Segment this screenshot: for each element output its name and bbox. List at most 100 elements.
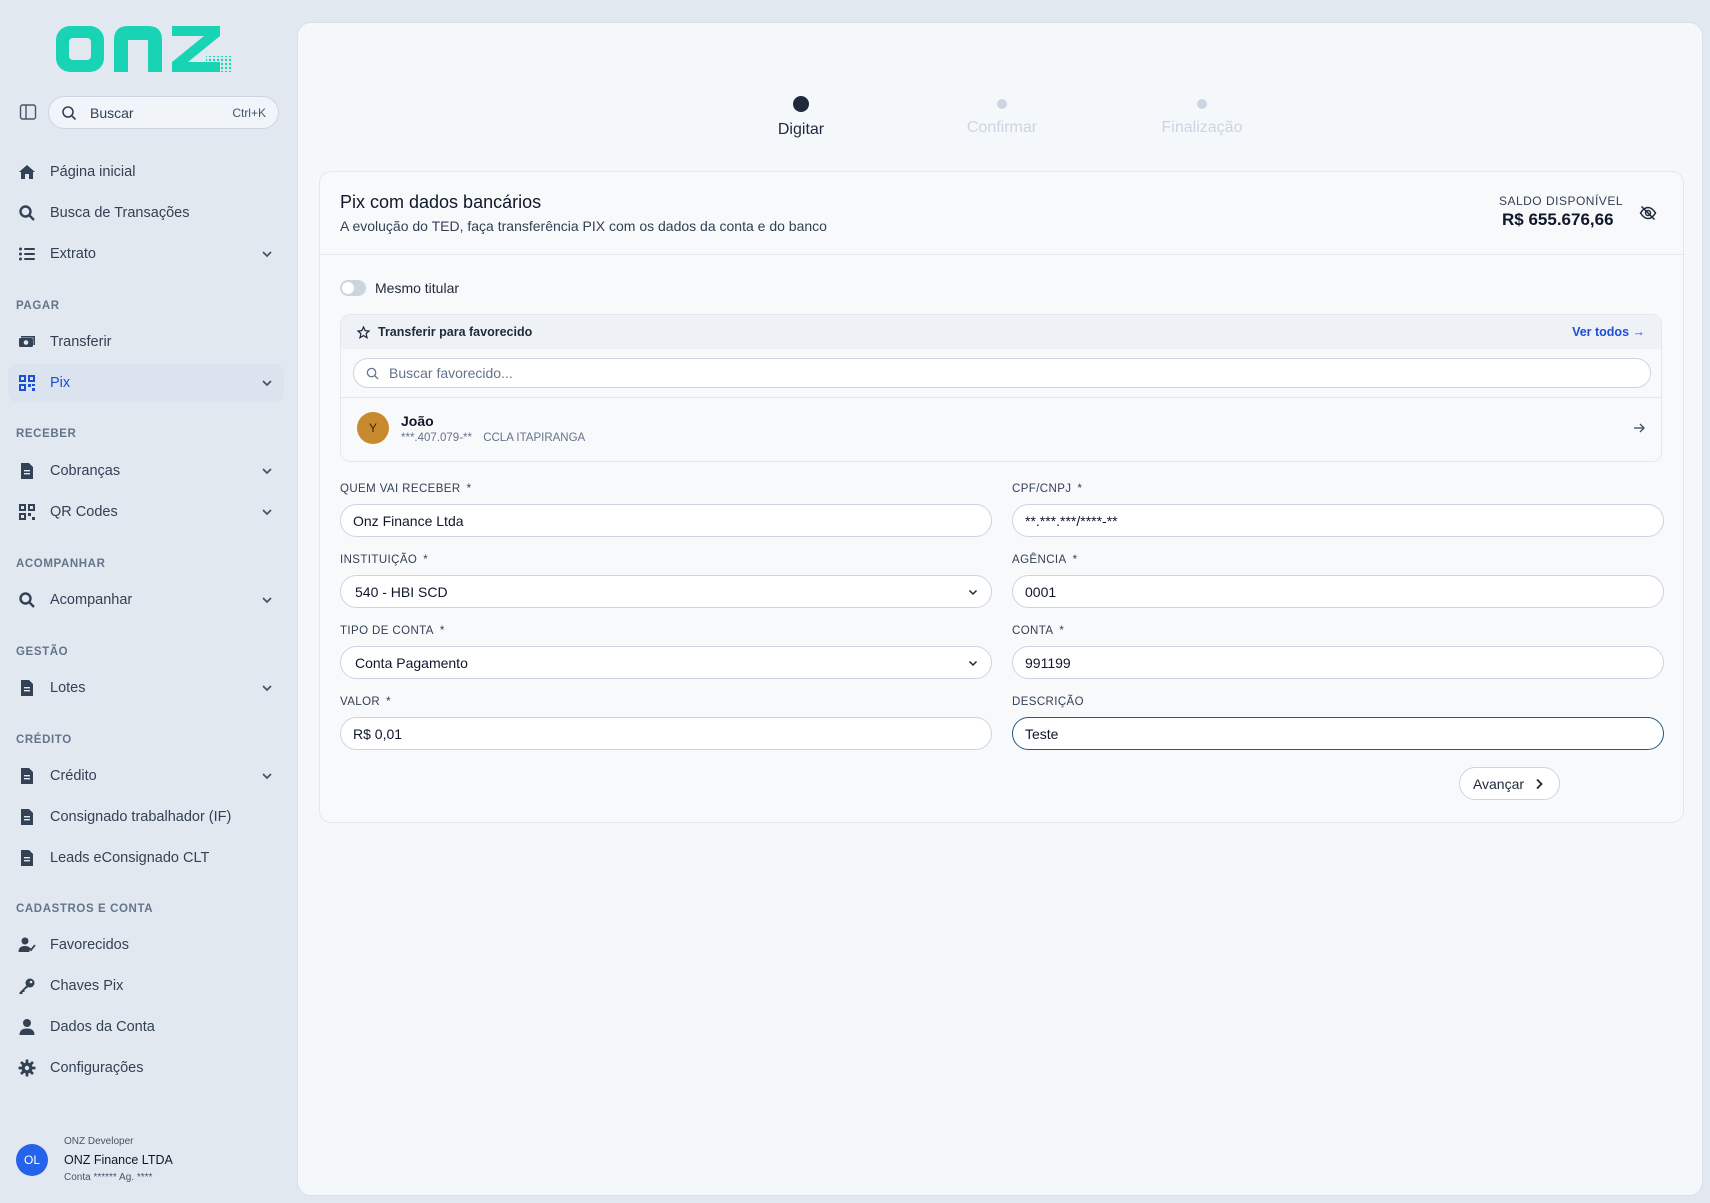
same-holder-toggle[interactable]	[340, 280, 366, 296]
field-label: CONTA	[1012, 625, 1054, 637]
sidebar-item-label: Configurações	[50, 1060, 144, 1076]
user-role: ONZ Developer	[64, 1136, 134, 1147]
institution-select[interactable]: 540 - HBI SCD	[340, 575, 992, 608]
avatar: Y	[357, 412, 389, 444]
onz-logo[interactable]	[56, 22, 236, 76]
required-mark: *	[1059, 625, 1065, 637]
sidebar-item-statement[interactable]: Extrato	[8, 235, 284, 273]
required-mark: *	[386, 696, 392, 708]
account-type-select[interactable]: Conta Pagamento	[340, 646, 992, 679]
user-profile[interactable]: OL ONZ Developer ONZ Finance LTDA Conta …	[16, 1134, 173, 1186]
search-icon	[62, 105, 77, 120]
sidebar-item-charges[interactable]: Cobranças	[8, 452, 284, 490]
sidebar-item-label: Pix	[50, 375, 71, 391]
user-icon	[18, 1018, 36, 1036]
chevron-down-icon	[262, 773, 272, 780]
required-mark: *	[1072, 554, 1078, 566]
document-icon	[18, 808, 36, 826]
chevron-down-icon	[262, 685, 272, 692]
section-title-track: ACOMPANHAR	[16, 558, 106, 570]
sidebar-item-label: Extrato	[50, 246, 96, 262]
sidebar-item-pix[interactable]: Pix	[8, 364, 284, 402]
money-icon	[18, 333, 36, 351]
main-panel: Digitar Confirmar Finalização Pix com da…	[297, 22, 1703, 1196]
field-value: 0001	[1025, 583, 1057, 600]
sidebar-item-transaction-search[interactable]: Busca de Transações	[8, 194, 284, 232]
step-type: Digitar	[731, 96, 871, 139]
field-label: VALOR	[340, 696, 381, 708]
favorite-item[interactable]: Y João ***.407.079-** CCLA ITAPIRANGA	[357, 407, 1647, 449]
favorite-bank: CCLA ITAPIRANGA	[483, 431, 586, 444]
chevron-down-icon	[262, 380, 272, 387]
gear-icon	[18, 1059, 36, 1077]
account-type-field: TIPO DE CONTA * Conta Pagamento	[340, 625, 992, 679]
search-icon	[366, 367, 379, 380]
document-icon	[18, 849, 36, 867]
stepper: Digitar Confirmar Finalização	[298, 73, 1704, 143]
section-title-credit: CRÉDITO	[16, 734, 72, 746]
sidebar-item-track[interactable]: Acompanhar	[8, 581, 284, 619]
next-button-label: Avançar	[1472, 775, 1525, 792]
sidebar-item-pix-keys[interactable]: Chaves Pix	[8, 967, 284, 1005]
agency-input[interactable]: 0001	[1012, 575, 1664, 608]
sidebar-item-credit[interactable]: Crédito	[8, 757, 284, 795]
see-all-link[interactable]: Ver todos →	[1572, 325, 1645, 339]
sidebar-item-label: Dados da Conta	[50, 1019, 155, 1035]
list-icon	[18, 245, 36, 263]
sidebar-item-label: Busca de Transações	[50, 205, 190, 221]
sidebar-item-leads[interactable]: Leads eConsignado CLT	[8, 839, 284, 877]
favorite-search[interactable]	[353, 358, 1651, 388]
field-label: AGÊNCIA	[1012, 554, 1067, 566]
sidebar-item-label: Favorecidos	[50, 937, 129, 953]
favorite-search-input[interactable]	[389, 365, 1638, 381]
step-dot	[997, 99, 1007, 109]
star-icon	[357, 325, 370, 339]
sidebar-item-favorites[interactable]: Favorecidos	[8, 926, 284, 964]
account-field: CONTA * 991199	[1012, 625, 1664, 679]
search-icon	[18, 591, 36, 609]
field-value: 991199	[1025, 654, 1071, 671]
amount-input[interactable]: R$ 0,01	[340, 717, 992, 750]
eye-off-icon[interactable]	[1639, 204, 1657, 222]
sidebar-item-label: Crédito	[50, 768, 97, 784]
sidebar-item-label: Cobranças	[50, 463, 121, 479]
field-value: **.***.***/****-**	[1025, 512, 1118, 529]
sidebar-toggle-icon[interactable]	[18, 102, 38, 122]
document-icon	[18, 679, 36, 697]
step-label: Finalização	[1161, 119, 1243, 136]
description-input[interactable]: Teste	[1012, 717, 1664, 750]
account-input[interactable]: 991199	[1012, 646, 1664, 679]
sidebar-item-batches[interactable]: Lotes	[8, 669, 284, 707]
required-mark: *	[466, 483, 472, 495]
step-dot	[793, 96, 809, 112]
chevron-down-icon	[262, 468, 272, 475]
sidebar-item-transfer[interactable]: Transferir	[8, 323, 284, 361]
field-label: TIPO DE CONTA	[340, 625, 434, 637]
favorite-name: João	[401, 412, 434, 429]
arrow-right-icon	[1634, 423, 1645, 433]
balance-label: SALDO DISPONÍVEL	[1498, 194, 1623, 208]
chevron-down-icon	[968, 660, 978, 666]
field-label: CPF/CNPJ	[1012, 483, 1072, 495]
field-value: 540 - HBI SCD	[355, 583, 448, 600]
document-input[interactable]: **.***.***/****-**	[1012, 504, 1664, 537]
section-title-receive: RECEBER	[16, 428, 77, 440]
favorites-header: Transferir para favorecido Ver todos →	[341, 315, 1661, 349]
global-search[interactable]: Buscar Ctrl+K	[48, 96, 279, 129]
sidebar-item-payroll-loan[interactable]: Consignado trabalhador (IF)	[8, 798, 284, 836]
favorites-title: Transferir para favorecido	[378, 325, 533, 339]
receiver-input[interactable]: Onz Finance Ltda	[340, 504, 992, 537]
chevron-down-icon	[968, 589, 978, 595]
sidebar-item-home[interactable]: Página inicial	[8, 153, 284, 191]
sidebar: Buscar Ctrl+K Página inicial Busca de Tr…	[0, 0, 297, 1203]
required-mark: *	[423, 554, 429, 566]
sidebar-item-settings[interactable]: Configurações	[8, 1049, 284, 1087]
field-value: Onz Finance Ltda	[353, 512, 464, 529]
same-holder-row: Mesmo titular	[340, 280, 459, 296]
next-button[interactable]: Avançar	[1459, 767, 1560, 800]
sidebar-item-qr-codes[interactable]: QR Codes	[8, 493, 284, 531]
sidebar-item-account-data[interactable]: Dados da Conta	[8, 1008, 284, 1046]
user-check-icon	[18, 936, 36, 954]
field-value: R$ 0,01	[353, 725, 403, 742]
page-subtitle: A evolução do TED, faça transferência PI…	[340, 218, 827, 234]
